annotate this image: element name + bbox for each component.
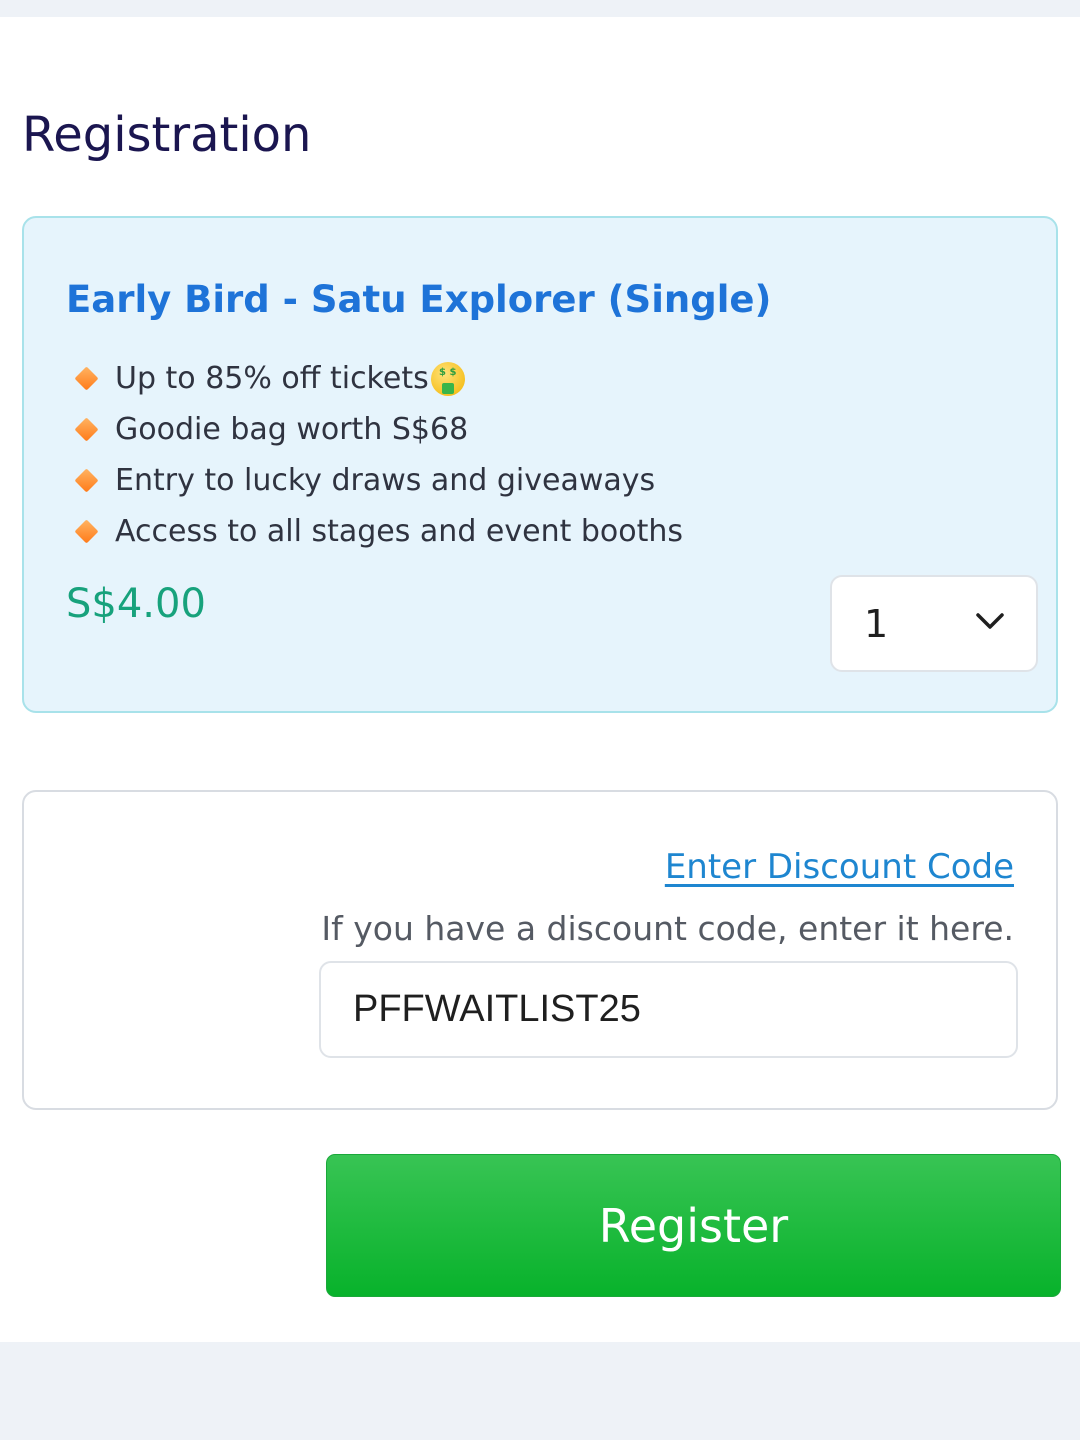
enter-discount-code-link[interactable]: Enter Discount Code xyxy=(665,843,1014,891)
ticket-name: Early Bird - Satu Explorer (Single) xyxy=(66,278,772,321)
orange-diamond-icon xyxy=(74,519,99,544)
perk-list: Up to 85% off tickets Goodie bag worth S… xyxy=(72,353,683,557)
orange-diamond-icon xyxy=(74,468,99,493)
perk-text: Entry to lucky draws and giveaways xyxy=(115,463,656,498)
perk-item: Entry to lucky draws and giveaways xyxy=(72,455,683,506)
discount-help-text: If you have a discount code, enter it he… xyxy=(321,909,1014,948)
discount-card: Enter Discount Code If you have a discou… xyxy=(22,790,1058,1110)
perk-text: Goodie bag worth S$68 xyxy=(115,412,469,447)
perk-item: Access to all stages and event booths xyxy=(72,506,683,557)
orange-diamond-icon xyxy=(74,366,99,391)
perk-item: Up to 85% off tickets xyxy=(72,353,683,404)
register-button[interactable]: Register xyxy=(326,1154,1061,1297)
page-title: Registration xyxy=(22,107,312,163)
chevron-down-icon xyxy=(976,613,1004,629)
perk-item: Goodie bag worth S$68 xyxy=(72,404,683,455)
perk-text: Up to 85% off tickets xyxy=(115,361,429,396)
registration-panel: Registration Early Bird - Satu Explorer … xyxy=(0,17,1080,1342)
quantity-select[interactable]: 1 xyxy=(830,575,1038,672)
perk-text: Access to all stages and event booths xyxy=(115,514,684,549)
quantity-value: 1 xyxy=(864,602,889,646)
discount-code-input[interactable] xyxy=(319,961,1018,1058)
orange-diamond-icon xyxy=(74,417,99,442)
money-mouth-face-icon xyxy=(430,361,465,396)
ticket-card: Early Bird - Satu Explorer (Single) Up t… xyxy=(22,216,1058,713)
ticket-price: S$4.00 xyxy=(66,581,206,627)
